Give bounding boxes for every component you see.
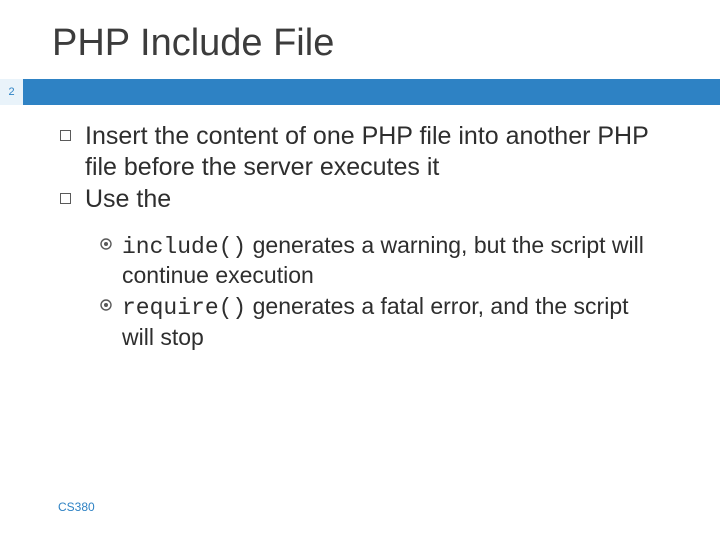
- bullet-text: Use the: [85, 184, 171, 215]
- code-span: require(): [122, 295, 246, 321]
- bullet-item: Insert the content of one PHP file into …: [60, 121, 678, 182]
- target-bullet-icon: [100, 299, 112, 311]
- square-bullet-icon: [60, 130, 71, 141]
- header-bar: 2: [0, 79, 720, 105]
- footer-label: CS380: [58, 500, 95, 514]
- bullet-item: Use the: [60, 184, 678, 215]
- square-bullet-icon: [60, 193, 71, 204]
- code-span: include(): [122, 234, 246, 260]
- bullet-text: Insert the content of one PHP file into …: [85, 121, 678, 182]
- sub-bullet-item: include() generates a warning, but the s…: [100, 231, 658, 291]
- target-bullet-icon: [100, 238, 112, 250]
- sub-bullet-text: require() generates a fatal error, and t…: [122, 292, 658, 352]
- content-area: Insert the content of one PHP file into …: [0, 105, 720, 352]
- sub-bullet-list: include() generates a warning, but the s…: [60, 217, 678, 352]
- sub-bullet-text: include() generates a warning, but the s…: [122, 231, 658, 291]
- slide-title: PHP Include File: [0, 0, 720, 79]
- sub-bullet-item: require() generates a fatal error, and t…: [100, 292, 658, 352]
- page-number: 2: [0, 79, 24, 105]
